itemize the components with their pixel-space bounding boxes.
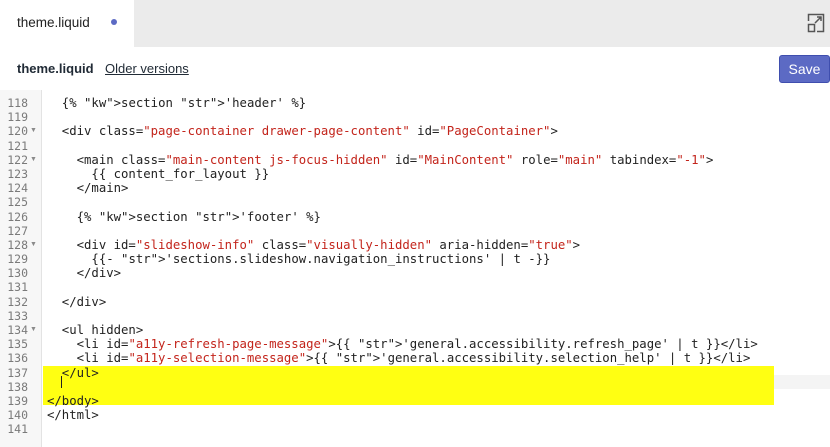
line-number: 132 <box>7 294 28 309</box>
code-line[interactable]: 130 </div> <box>0 266 830 280</box>
code-line[interactable]: 120 ▼ <div class="page-container drawer-p… <box>0 124 830 138</box>
line-number: 128 <box>7 237 28 252</box>
line-number: 130 <box>7 266 28 281</box>
code-line[interactable]: 136 <li id="a11y-selection-message">{{ "… <box>0 351 830 365</box>
code-text: {% "kw">section "str">'footer' %} <box>47 209 321 224</box>
line-number: 136 <box>7 351 28 366</box>
line-number: 141 <box>7 422 28 437</box>
code-line[interactable]: 122 ▼ <main class="main-content js-focus-… <box>0 153 830 167</box>
code-text: </main> <box>47 181 129 196</box>
line-number: 133 <box>7 308 28 323</box>
code-line[interactable]: 129 {{- "str">'sections.slideshow.naviga… <box>0 252 830 266</box>
tab-label: theme.liquid <box>17 15 90 30</box>
line-number: 139 <box>7 393 28 408</box>
line-number: 126 <box>7 209 28 224</box>
code-line[interactable]: 125 <box>0 195 830 209</box>
fold-arrow-icon[interactable]: ▼ <box>30 238 37 252</box>
code-line[interactable]: 132 </div> <box>0 295 830 309</box>
code-line[interactable]: 139 </body> <box>0 394 830 408</box>
code-text: </ul> <box>47 365 99 380</box>
code-line[interactable]: 137 </ul> <box>0 366 830 380</box>
code-line[interactable]: 127 <box>0 224 830 238</box>
tab-theme-liquid[interactable]: theme.liquid <box>0 0 134 47</box>
code-text: <li id="a11y-selection-message">{{ "str"… <box>47 351 751 366</box>
code-line[interactable]: 138 <box>0 380 830 394</box>
code-line[interactable]: 118 {% "kw">section "str">'header' %} <box>0 96 830 110</box>
line-number: 120 <box>7 124 28 139</box>
code-line[interactable]: 140 </html> <box>0 408 830 422</box>
code-line[interactable]: 128 ▼ <div id="slideshow-info" class="vis… <box>0 238 830 252</box>
older-versions-link[interactable]: Older versions <box>105 61 189 76</box>
code-line[interactable]: 131 <box>0 280 830 294</box>
line-number: 135 <box>7 337 28 352</box>
code-text: {{ content_for_layout }} <box>47 166 270 181</box>
line-number: 121 <box>7 138 28 153</box>
code-line[interactable]: 133 <box>0 309 830 323</box>
code-editor[interactable]: 118 {% "kw">section "str">'header' %} 119… <box>0 90 830 447</box>
code-text: <div id="slideshow-info" class="visually… <box>47 237 581 252</box>
line-number: 137 <box>7 365 28 380</box>
code-text: </body> <box>47 393 99 408</box>
code-line[interactable]: 124 </main> <box>0 181 830 195</box>
line-number: 124 <box>7 181 28 196</box>
code-text: <ul hidden> <box>47 323 144 337</box>
expand-icon[interactable] <box>807 13 825 33</box>
line-number: 123 <box>7 166 28 181</box>
code-text: </div> <box>47 294 107 309</box>
tab-bar: theme.liquid <box>0 0 830 47</box>
code-text: <div class="page-container drawer-page-c… <box>47 124 558 139</box>
code-text: {% "kw">section "str">'header' %} <box>47 96 307 110</box>
line-number: 119 <box>7 110 28 125</box>
line-number: 138 <box>7 379 28 394</box>
code-text: {{- "str">'sections.slideshow.navigation… <box>47 252 551 267</box>
file-toolbar: theme.liquid Older versions Save <box>0 47 830 90</box>
code-line[interactable]: 123 {{ content_for_layout }} <box>0 167 830 181</box>
text-cursor <box>61 376 62 388</box>
line-number: 129 <box>7 252 28 267</box>
line-number: 127 <box>7 223 28 238</box>
fold-arrow-icon[interactable]: ▼ <box>30 323 37 337</box>
code-text: </div> <box>47 266 122 281</box>
line-number: 140 <box>7 408 28 423</box>
code-text: </html> <box>47 408 99 423</box>
code-line[interactable]: 141 <box>0 422 830 436</box>
file-name: theme.liquid <box>17 61 94 76</box>
line-number: 131 <box>7 280 28 295</box>
line-number: 134 <box>7 323 28 337</box>
code-text: <li id="a11y-refresh-page-message">{{ "s… <box>47 337 758 352</box>
code-line[interactable]: 135 <li id="a11y-refresh-page-message">{… <box>0 337 830 351</box>
fold-arrow-icon[interactable]: ▼ <box>30 124 37 138</box>
unsaved-dot-icon <box>111 19 117 25</box>
code-line[interactable]: 119 <box>0 110 830 124</box>
code-lines[interactable]: 118 {% "kw">section "str">'header' %} 119… <box>0 96 830 437</box>
code-line[interactable]: 121 <box>0 139 830 153</box>
line-number: 122 <box>7 152 28 167</box>
line-number: 118 <box>7 96 28 110</box>
line-number: 125 <box>7 195 28 210</box>
code-line[interactable]: 134 ▼ <ul hidden> <box>0 323 830 337</box>
save-button[interactable]: Save <box>779 55 830 83</box>
code-text: <main class="main-content js-focus-hidde… <box>47 152 714 167</box>
fold-arrow-icon[interactable]: ▼ <box>30 153 37 167</box>
code-line[interactable]: 126 {% "kw">section "str">'footer' %} <box>0 210 830 224</box>
